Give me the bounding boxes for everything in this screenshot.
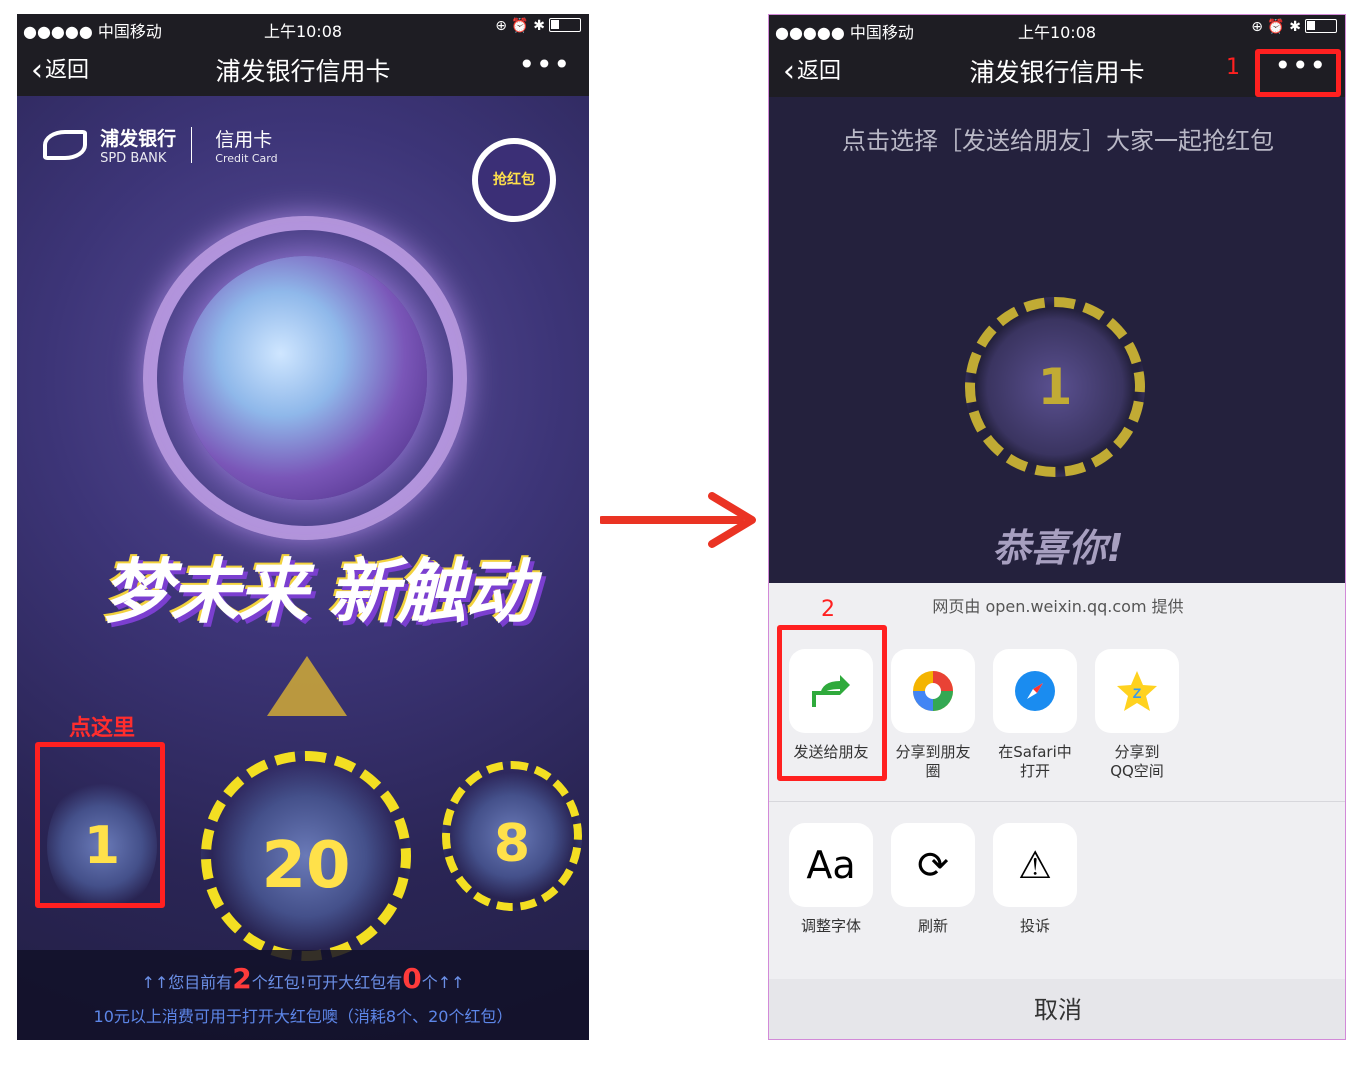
- page-title: 浦发银行信用卡: [215, 57, 391, 86]
- fingerprint-value: 1: [1037, 358, 1073, 416]
- campaign-content: 浦发银行 SPD BANK 信用卡 Credit Card 抢红包 梦未来 新触…: [17, 96, 589, 1040]
- provider-label: 网页由 open.weixin.qq.com 提供: [932, 597, 1184, 616]
- divider: [769, 801, 1345, 802]
- battery-icon: [1305, 19, 1337, 33]
- logo-card-text: 信用卡 Credit Card: [215, 125, 277, 165]
- share-qzone-button[interactable]: Z 分享到 QQ空间: [1095, 649, 1179, 781]
- logo-bank-text: 浦发银行 SPD BANK: [100, 124, 176, 166]
- status-icons-text: ⊕ ⏰ ✱: [495, 18, 545, 34]
- warning-icon: ⚠: [993, 823, 1077, 907]
- fingerprint-dimmed: 1: [965, 297, 1145, 477]
- nav-bar: ‹返回 浦发银行信用卡 •••: [17, 42, 589, 96]
- globe-icon: [183, 256, 427, 500]
- item-label: 分享到朋友圈: [895, 743, 971, 780]
- redpacket-info-footer: ↑↑您目前有2个红包!可开大红包有0个↑↑ 10元以上消费可用于打开大红包噢（消…: [17, 950, 589, 1040]
- status-bar: ●●●●● 中国移动 上午10:08 ⊕ ⏰ ✱: [769, 15, 1345, 43]
- info-text: 个↑↑: [421, 973, 465, 992]
- info-text: ↑↑您目前有: [141, 973, 233, 992]
- redpacket-count-line: ↑↑您目前有2个红包!可开大红包有0个↑↑: [17, 962, 589, 995]
- highlight-box-more: [1255, 49, 1341, 97]
- dimmed-content: 点击选择［发送给朋友］大家一起抢红包 1 恭喜你!: [769, 97, 1345, 583]
- font-icon: Aa: [789, 823, 873, 907]
- arrow-up-icon: [267, 656, 347, 716]
- share-moments-button[interactable]: 分享到朋友圈: [891, 649, 975, 781]
- grab-redpacket-badge[interactable]: 抢红包: [472, 138, 556, 222]
- status-icons: ⊕ ⏰ ✱: [495, 18, 581, 34]
- item-label: 在Safari中 打开: [998, 743, 1072, 780]
- item-label: 投诉: [1019, 917, 1050, 935]
- highlight-box-send: [777, 625, 887, 781]
- campaign-slogan: 梦未来 新触动: [101, 551, 534, 633]
- share-action-sheet: 网页由 open.weixin.qq.com 提供 2 发送给朋友 分享到朋友圈…: [769, 583, 1345, 1039]
- fingerprint-value: 20: [261, 829, 351, 903]
- item-label: 分享到 QQ空间: [1110, 743, 1164, 780]
- right-phone-screen: ●●●●● 中国移动 上午10:08 ⊕ ⏰ ✱ ‹返回 浦发银行信用卡 •••…: [768, 14, 1346, 1040]
- big-redpacket-count: 0: [402, 962, 422, 995]
- fingerprint-value: 8: [493, 814, 531, 874]
- item-label: 调整字体: [800, 917, 861, 935]
- logo-separator: [191, 127, 193, 163]
- adjust-font-button[interactable]: Aa 调整字体: [789, 823, 873, 936]
- arrow-right-icon: [600, 492, 756, 548]
- more-menu-button[interactable]: •••: [518, 48, 571, 81]
- status-icons: ⊕ ⏰ ✱: [1251, 19, 1337, 35]
- left-phone-screen: ●●●●● 中国移动 上午10:08 ⊕ ⏰ ✱ ‹返回 浦发银行信用卡 •••…: [17, 14, 589, 1040]
- refresh-icon: ⟳: [891, 823, 975, 907]
- highlight-box: [35, 742, 165, 908]
- safari-icon: [993, 649, 1077, 733]
- redpacket-count: 2: [232, 962, 252, 995]
- congrats-text: 恭喜你!: [992, 526, 1124, 570]
- redpacket-rule-line: 10元以上消费可用于打开大红包噢（消耗8个、20个红包）: [93, 1007, 513, 1026]
- status-icons-text: ⊕ ⏰ ✱: [1251, 19, 1301, 35]
- battery-icon: [549, 18, 581, 32]
- status-bar: ●●●●● 中国移动 上午10:08 ⊕ ⏰ ✱: [17, 14, 589, 42]
- fingerprint-button-8[interactable]: 8: [442, 761, 582, 911]
- open-in-safari-button[interactable]: 在Safari中 打开: [993, 649, 1077, 781]
- item-label: 刷新: [917, 917, 948, 935]
- step-2-annotation: 2: [821, 597, 835, 622]
- cancel-button[interactable]: 取消: [769, 979, 1345, 1039]
- share-hint: 点击选择［发送给朋友］大家一起抢红包: [842, 127, 1274, 155]
- moments-icon: [891, 649, 975, 733]
- logo-card-cn: 信用卡: [215, 129, 273, 151]
- logo-card-en: Credit Card: [215, 152, 278, 165]
- svg-text:Z: Z: [1133, 685, 1142, 701]
- refresh-button[interactable]: ⟳ 刷新: [891, 823, 975, 936]
- step-1-annotation: 1: [1226, 55, 1240, 80]
- spd-logo-mark-icon: [43, 130, 87, 160]
- click-here-annotation: 点这里: [69, 716, 136, 741]
- fingerprint-button-20[interactable]: 20: [201, 751, 411, 961]
- report-button[interactable]: ⚠ 投诉: [993, 823, 1077, 936]
- qzone-icon: Z: [1095, 649, 1179, 733]
- spd-logo: 浦发银行 SPD BANK 信用卡 Credit Card: [43, 124, 278, 166]
- logo-bank-en: SPD BANK: [100, 151, 167, 166]
- logo-bank-cn: 浦发银行: [100, 128, 177, 150]
- info-text: 个红包!可开大红包有: [251, 973, 403, 992]
